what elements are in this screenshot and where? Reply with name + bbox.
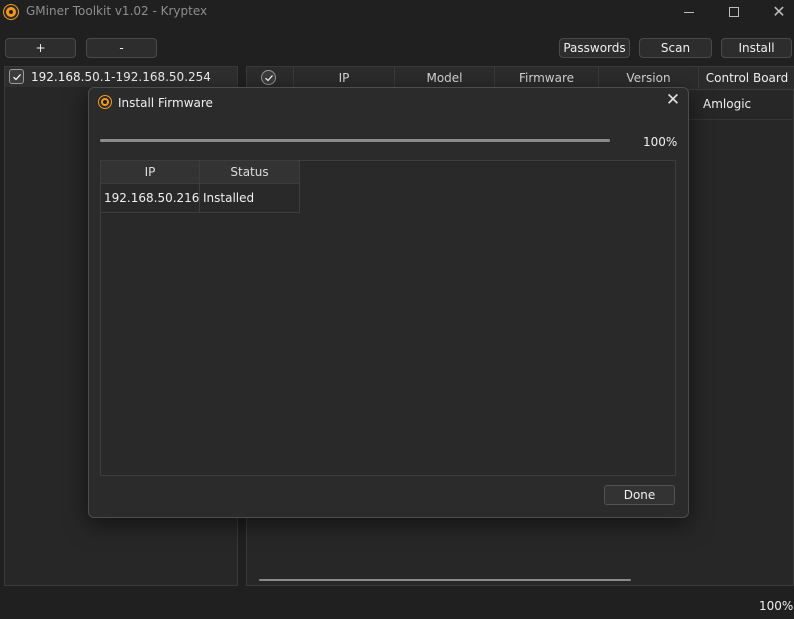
row-ip: 192.168.50.216 bbox=[101, 184, 200, 212]
close-icon: ✕ bbox=[772, 2, 786, 21]
close-icon: ✕ bbox=[665, 90, 681, 110]
checkmark-icon bbox=[13, 74, 21, 81]
select-all-checkbox[interactable] bbox=[261, 70, 276, 85]
minimize-icon bbox=[684, 11, 694, 13]
minimize-button[interactable] bbox=[666, 0, 712, 24]
dialog-close-button[interactable]: ✕ bbox=[665, 90, 681, 110]
row-divider bbox=[687, 119, 794, 120]
scan-button[interactable]: Scan bbox=[639, 38, 712, 58]
maximize-icon bbox=[729, 7, 739, 17]
column-header-control-board[interactable]: Control Board bbox=[699, 67, 794, 90]
title-bar: GMiner Toolkit v1.02 - Kryptex ✕ bbox=[0, 0, 794, 24]
install-progress-bar bbox=[100, 139, 610, 142]
column-header-status[interactable]: Status bbox=[200, 161, 300, 184]
row-status: Installed bbox=[200, 184, 300, 212]
install-status-table: IP Status 192.168.50.216 Installed bbox=[100, 160, 676, 476]
dialog-title: Install Firmware bbox=[118, 96, 213, 110]
range-checkbox[interactable] bbox=[9, 69, 24, 84]
install-button[interactable]: Install bbox=[721, 38, 792, 58]
app-logo-icon bbox=[4, 5, 18, 19]
column-header-ip[interactable]: IP bbox=[101, 161, 200, 184]
list-item[interactable]: 192.168.50.1-192.168.50.254 bbox=[5, 67, 237, 87]
range-label: 192.168.50.1-192.168.50.254 bbox=[31, 70, 211, 84]
done-button[interactable]: Done bbox=[604, 485, 675, 505]
table-row[interactable]: 192.168.50.216 Installed bbox=[101, 184, 300, 213]
passwords-button[interactable]: Passwords bbox=[559, 38, 630, 58]
checkmark-icon bbox=[265, 75, 273, 82]
control-board-cell: Amlogic bbox=[703, 97, 752, 111]
close-button[interactable]: ✕ bbox=[756, 0, 794, 24]
maximize-button[interactable] bbox=[711, 0, 757, 24]
install-firmware-dialog: Install Firmware ✕ 100% IP Status 192.16… bbox=[88, 87, 689, 518]
remove-range-button[interactable]: - bbox=[86, 38, 157, 58]
progress-percent: 100% bbox=[643, 135, 678, 149]
app-logo-icon bbox=[99, 96, 111, 108]
status-percent: 100% bbox=[759, 599, 794, 613]
add-range-button[interactable]: + bbox=[5, 38, 76, 58]
window-title: GMiner Toolkit v1.02 - Kryptex bbox=[26, 4, 208, 18]
horizontal-scrollbar[interactable] bbox=[259, 579, 631, 581]
progress-fill bbox=[100, 139, 610, 142]
